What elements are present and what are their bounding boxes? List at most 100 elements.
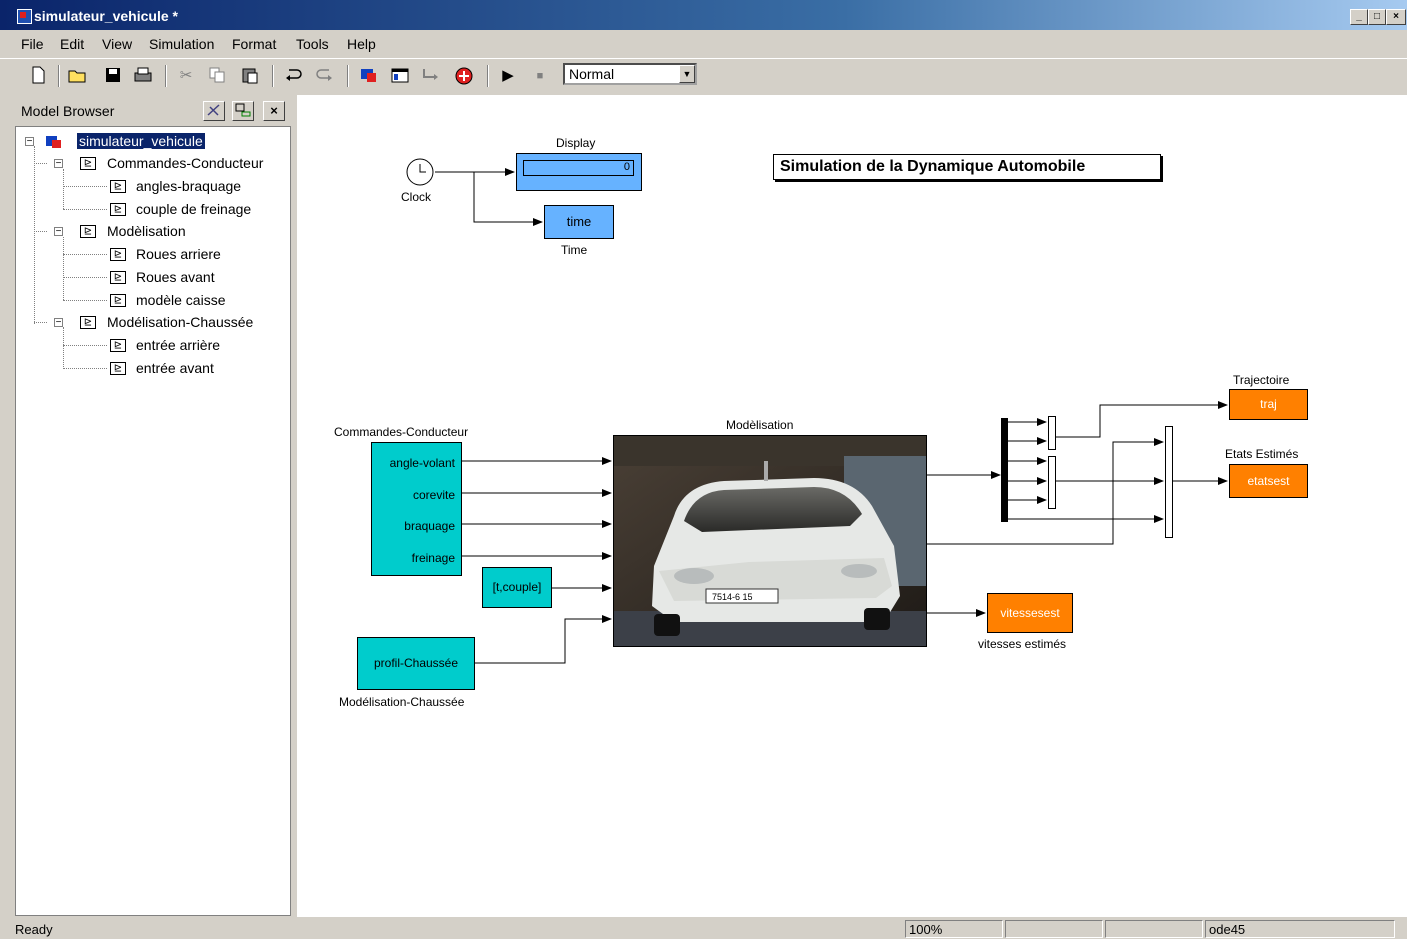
model-root-icon bbox=[46, 135, 62, 149]
model-browser-tree: − simulateur_vehicule − ⊵ Commandes-Cond… bbox=[15, 126, 291, 916]
menu-view[interactable]: View bbox=[102, 36, 132, 52]
subsystem-icon: ⊵ bbox=[110, 180, 126, 193]
status-text: Ready bbox=[15, 922, 53, 937]
etatsest-block[interactable]: etatsest bbox=[1229, 464, 1308, 498]
diagram-title[interactable]: Simulation de la Dynamique Automobile bbox=[773, 154, 1161, 180]
tree-item-modelisation[interactable]: Modèlisation bbox=[107, 223, 186, 239]
status-solver: ode45 bbox=[1205, 920, 1395, 938]
etats-title: Etats Estimés bbox=[1225, 447, 1299, 461]
time-label: Time bbox=[561, 243, 588, 257]
menu-file[interactable]: File bbox=[21, 36, 44, 52]
tree-item-entree-arriere[interactable]: entrée arrière bbox=[136, 337, 220, 353]
model-browser-toggle-icon[interactable] bbox=[390, 66, 410, 86]
menu-simulation[interactable]: Simulation bbox=[149, 36, 214, 52]
window-title: simulateur_vehicule * bbox=[34, 8, 178, 24]
display-title: Display bbox=[556, 136, 596, 150]
tree-root-item[interactable]: simulateur_vehicule bbox=[77, 133, 205, 149]
car-photo-icon: 7514-6 15 bbox=[614, 436, 926, 646]
subsystem-icon: ⊵ bbox=[80, 157, 96, 170]
modelisation-title: Modèlisation bbox=[726, 418, 794, 432]
show-library-links-icon[interactable] bbox=[203, 101, 225, 121]
tree-item-couple-freinage[interactable]: couple de freinage bbox=[136, 201, 251, 217]
menu-help[interactable]: Help bbox=[347, 36, 376, 52]
port-freinage: freinage bbox=[411, 551, 455, 565]
open-folder-icon[interactable] bbox=[68, 66, 88, 86]
diagram-canvas[interactable]: Clock Display 0 time Time Simulation de … bbox=[297, 95, 1407, 917]
modelisation-block[interactable]: 7514-6 15 bbox=[613, 435, 927, 647]
status-field-empty-2 bbox=[1105, 920, 1203, 938]
tree-item-roues-avant[interactable]: Roues avant bbox=[136, 269, 215, 285]
subsystem-icon: ⊵ bbox=[80, 225, 96, 238]
paste-icon[interactable] bbox=[240, 66, 260, 86]
status-zoom: 100% bbox=[905, 920, 1003, 938]
menu-bar: File Edit View Simulation Format Tools H… bbox=[0, 31, 1407, 55]
time-block[interactable]: time bbox=[544, 205, 614, 239]
tree-item-entree-avant[interactable]: entrée avant bbox=[136, 360, 214, 376]
traj-block[interactable]: traj bbox=[1229, 389, 1308, 420]
port-corevite: corevite bbox=[412, 488, 455, 502]
new-model-icon[interactable] bbox=[28, 66, 48, 86]
tree-item-modelisation-chaussee[interactable]: Modélisation-Chaussée bbox=[107, 314, 253, 330]
subsystem-icon: ⊵ bbox=[110, 294, 126, 307]
profil-label: Modélisation-Chaussée bbox=[339, 695, 465, 709]
status-bar: Ready 100% ode45 bbox=[0, 918, 1407, 938]
port-braquage: braquage bbox=[404, 519, 455, 533]
commandes-title: Commandes-Conducteur bbox=[334, 425, 469, 439]
tree-collapse-modelisation-icon[interactable]: − bbox=[54, 227, 63, 237]
close-button[interactable]: × bbox=[1386, 9, 1406, 25]
clock-label: Clock bbox=[401, 190, 432, 204]
redo-icon[interactable] bbox=[315, 66, 335, 86]
subsystem-icon: ⊵ bbox=[110, 339, 126, 352]
save-disk-icon[interactable] bbox=[103, 66, 123, 86]
mux-block-2[interactable] bbox=[1048, 456, 1056, 509]
trajectoire-title: Trajectoire bbox=[1233, 373, 1290, 387]
subsystem-icon: ⊵ bbox=[110, 248, 126, 261]
demux-block[interactable] bbox=[1001, 418, 1008, 522]
port-angle-volant: angle-volant bbox=[389, 456, 455, 470]
couple-from-workspace-block[interactable]: [t,couple] bbox=[482, 567, 552, 608]
simulation-mode-select[interactable]: Normal ▼ bbox=[563, 63, 697, 85]
model-browser-close-button[interactable]: × bbox=[263, 101, 285, 121]
tree-collapse-commandes-icon[interactable]: − bbox=[54, 159, 63, 169]
minimize-button[interactable]: _ bbox=[1350, 9, 1368, 25]
tree-collapse-root-icon[interactable]: − bbox=[25, 137, 34, 147]
vitessesest-label: vitesses estimés bbox=[978, 637, 1067, 651]
menu-edit[interactable]: Edit bbox=[60, 36, 84, 52]
dropdown-arrow-icon[interactable]: ▼ bbox=[679, 65, 695, 83]
menu-tools[interactable]: Tools bbox=[296, 36, 329, 52]
start-simulation-icon[interactable]: ▶ bbox=[498, 66, 518, 86]
print-icon[interactable] bbox=[133, 66, 153, 86]
display-value: 0 bbox=[523, 160, 634, 176]
cut-icon[interactable]: ✂ bbox=[176, 66, 196, 86]
clock-block[interactable] bbox=[405, 158, 437, 193]
subsystem-icon: ⊵ bbox=[110, 203, 126, 216]
simulink-app-icon bbox=[17, 9, 32, 24]
tree-item-roues-arriere[interactable]: Roues arriere bbox=[136, 246, 221, 262]
subsystem-icon: ⊵ bbox=[110, 271, 126, 284]
tree-item-angles-braquage[interactable]: angles-braquage bbox=[136, 178, 241, 194]
simulation-mode-value: Normal bbox=[569, 66, 615, 82]
license-plate-text: 7514-6 15 bbox=[712, 592, 753, 602]
maximize-button[interactable]: □ bbox=[1368, 9, 1386, 25]
vitessesest-block[interactable]: vitessesest bbox=[987, 593, 1073, 633]
subsystem-icon: ⊵ bbox=[110, 362, 126, 375]
show-masked-subsystems-icon[interactable] bbox=[232, 101, 254, 121]
tree-item-commandes-conducteur[interactable]: Commandes-Conducteur bbox=[107, 155, 263, 171]
toolbar: ✂ ▶ ■ bbox=[0, 58, 1407, 93]
status-field-empty-1 bbox=[1005, 920, 1103, 938]
copy-icon[interactable] bbox=[207, 66, 227, 86]
tree-item-modele-caisse[interactable]: modèle caisse bbox=[136, 292, 226, 308]
tree-collapse-chaussee-icon[interactable]: − bbox=[54, 318, 63, 328]
model-browser-title: Model Browser bbox=[21, 103, 115, 119]
mux-block-1[interactable] bbox=[1048, 416, 1056, 450]
mux-block-3[interactable] bbox=[1165, 426, 1173, 538]
display-block[interactable]: 0 bbox=[516, 153, 642, 191]
library-browser-icon[interactable] bbox=[359, 66, 379, 86]
debug-icon[interactable] bbox=[454, 66, 474, 86]
commandes-conducteur-block[interactable]: angle-volant corevite braquage freinage bbox=[371, 442, 462, 576]
undo-icon[interactable] bbox=[283, 66, 303, 86]
menu-format[interactable]: Format bbox=[232, 36, 276, 52]
go-to-parent-icon[interactable] bbox=[421, 66, 441, 86]
stop-simulation-icon[interactable]: ■ bbox=[530, 66, 550, 86]
profil-chaussee-block[interactable]: profil-Chaussée bbox=[357, 637, 475, 690]
